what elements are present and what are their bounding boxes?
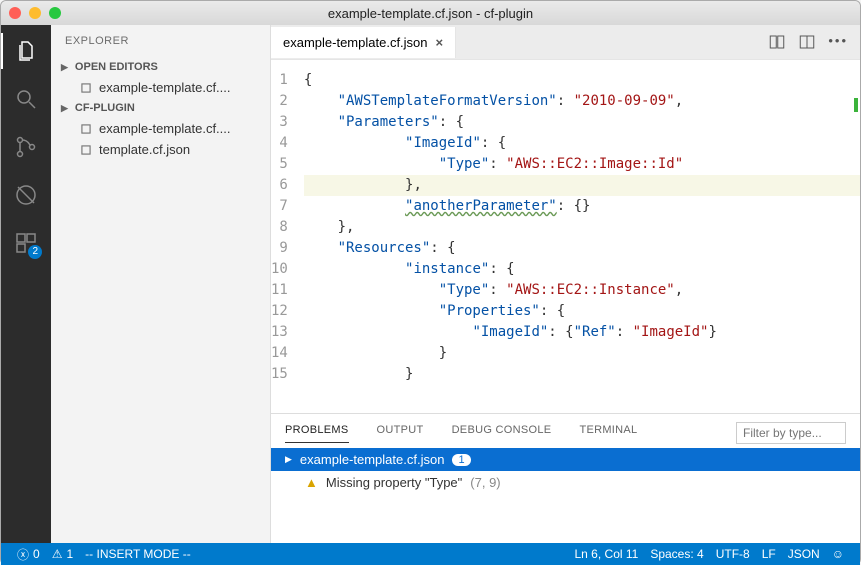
editor-tab[interactable]: example-template.cf.json × xyxy=(271,27,456,58)
problems-file-row[interactable]: ▶ example-template.cf.json 1 xyxy=(271,448,860,471)
titlebar: example-template.cf.json - cf-plugin xyxy=(1,1,860,25)
search-icon[interactable] xyxy=(12,85,40,113)
status-feedback-icon[interactable]: ☺ xyxy=(826,547,850,561)
status-eol[interactable]: LF xyxy=(756,547,782,561)
sidebar-title: EXPLORER xyxy=(51,25,270,57)
window-title: example-template.cf.json - cf-plugin xyxy=(1,6,860,21)
split-editor-icon[interactable] xyxy=(798,33,816,51)
extensions-icon[interactable]: 2 xyxy=(12,229,40,257)
tab-problems[interactable]: PROBLEMS xyxy=(285,424,349,443)
tab-label: example-template.cf.json xyxy=(283,35,428,50)
debug-icon[interactable] xyxy=(12,181,40,209)
status-warnings[interactable]: ⚠1 xyxy=(46,547,79,561)
compare-icon[interactable] xyxy=(768,33,786,51)
tab-terminal[interactable]: TERMINAL xyxy=(579,424,637,442)
explorer-sidebar: EXPLORER ▶OPEN EDITORS example-template.… xyxy=(51,25,271,543)
problem-location: (7, 9) xyxy=(470,475,500,490)
status-mode: -- INSERT MODE -- xyxy=(79,547,197,561)
code-editor[interactable]: 123456789101112131415 { "AWSTemplateForm… xyxy=(271,60,860,413)
file-item[interactable]: example-template.cf.... xyxy=(51,118,270,139)
more-icon[interactable]: ••• xyxy=(828,33,848,51)
close-icon[interactable]: × xyxy=(436,35,444,50)
status-indent[interactable]: Spaces: 4 xyxy=(644,547,709,561)
bottom-panel: PROBLEMS OUTPUT DEBUG CONSOLE TERMINAL ▶… xyxy=(271,413,860,543)
git-icon[interactable] xyxy=(12,133,40,161)
open-editors-item[interactable]: example-template.cf.... xyxy=(51,77,270,98)
problems-filter-input[interactable] xyxy=(736,422,846,444)
problems-count-badge: 1 xyxy=(452,454,470,466)
activity-bar: 2 xyxy=(1,25,51,543)
problem-item[interactable]: ▲ Missing property "Type" (7, 9) xyxy=(271,471,860,494)
problems-file-name: example-template.cf.json xyxy=(300,452,445,467)
problem-message: Missing property "Type" xyxy=(326,475,462,490)
status-errors[interactable]: ⓧ0 xyxy=(11,546,46,563)
warning-icon: ▲ xyxy=(305,475,318,490)
files-icon[interactable] xyxy=(12,37,40,65)
tab-output[interactable]: OUTPUT xyxy=(377,424,424,442)
tab-debug-console[interactable]: DEBUG CONSOLE xyxy=(452,424,552,442)
status-bar: ⓧ0 ⚠1 -- INSERT MODE -- Ln 6, Col 11 Spa… xyxy=(1,543,860,565)
status-encoding[interactable]: UTF-8 xyxy=(710,547,756,561)
open-editors-section[interactable]: ▶OPEN EDITORS xyxy=(51,57,270,77)
minimap-marker xyxy=(854,98,858,112)
status-language[interactable]: JSON xyxy=(782,547,826,561)
extensions-badge: 2 xyxy=(28,245,42,259)
status-cursor[interactable]: Ln 6, Col 11 xyxy=(569,547,645,561)
folder-section[interactable]: ▶CF-PLUGIN xyxy=(51,98,270,118)
editor-area: example-template.cf.json × ••• 123456789… xyxy=(271,25,860,543)
file-item[interactable]: template.cf.json xyxy=(51,139,270,160)
editor-tabs: example-template.cf.json × ••• xyxy=(271,25,860,60)
